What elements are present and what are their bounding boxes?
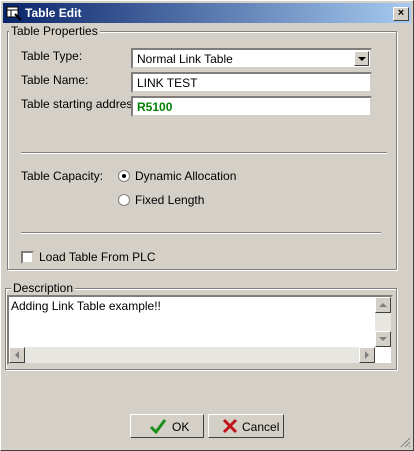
capacity-label: Table Capacity:: [21, 169, 104, 183]
checkmark-icon: [149, 419, 167, 434]
dynamic-allocation-label[interactable]: Dynamic Allocation: [135, 169, 236, 183]
title-bar[interactable]: Table Edit ×: [3, 3, 411, 23]
separator-bottom: [21, 232, 381, 234]
cancel-label: Cancel: [242, 420, 280, 434]
description-text: Adding Link Table example!!: [11, 299, 161, 313]
table-edit-app-icon: [6, 6, 22, 21]
ok-label: OK: [172, 420, 190, 434]
table-name-value: LINK TEST: [137, 76, 198, 90]
table-type-select[interactable]: Normal Link Table: [131, 48, 372, 69]
chevron-down-icon[interactable]: [354, 51, 369, 66]
fixed-length-label[interactable]: Fixed Length: [135, 193, 204, 207]
dynamic-allocation-radio[interactable]: [118, 170, 130, 182]
ok-button[interactable]: OK: [130, 414, 204, 438]
scroll-down-button[interactable]: [375, 331, 391, 347]
start-address-label: Table starting address:: [21, 97, 142, 111]
table-edit-window: Table Edit × Table Properties Table Type…: [0, 0, 414, 451]
table-name-label: Table Name:: [21, 73, 89, 87]
resize-grip-icon[interactable]: [399, 436, 411, 448]
table-type-value: Normal Link Table: [137, 52, 233, 66]
fixed-length-radio[interactable]: [118, 194, 130, 206]
horizontal-scrollbar[interactable]: [9, 347, 375, 363]
start-address-value: R5100: [137, 100, 173, 114]
load-from-plc-checkbox[interactable]: [21, 251, 34, 264]
arrow-down-icon: [379, 337, 387, 341]
separator-top: [21, 152, 387, 154]
cancel-button[interactable]: Cancel: [208, 414, 284, 438]
start-address-input[interactable]: R5100: [131, 96, 372, 117]
scroll-left-button[interactable]: [9, 347, 25, 363]
window-title: Table Edit: [25, 6, 82, 20]
arrow-up-icon: [379, 303, 387, 307]
description-legend: Description: [11, 281, 76, 295]
vertical-scrollbar[interactable]: [375, 297, 391, 347]
close-button[interactable]: ×: [393, 7, 409, 21]
arrow-left-icon: [15, 351, 19, 359]
cancel-x-icon: [222, 418, 238, 434]
scroll-right-button[interactable]: [359, 347, 375, 363]
table-name-input[interactable]: LINK TEST: [131, 72, 372, 93]
table-type-label: Table Type:: [21, 49, 83, 63]
description-textarea[interactable]: Adding Link Table example!!: [7, 295, 393, 365]
load-from-plc-label[interactable]: Load Table From PLC: [39, 250, 156, 264]
scroll-up-button[interactable]: [375, 297, 391, 313]
close-icon: ×: [397, 7, 405, 19]
arrow-right-icon: [365, 351, 369, 359]
table-properties-legend: Table Properties: [9, 24, 100, 38]
